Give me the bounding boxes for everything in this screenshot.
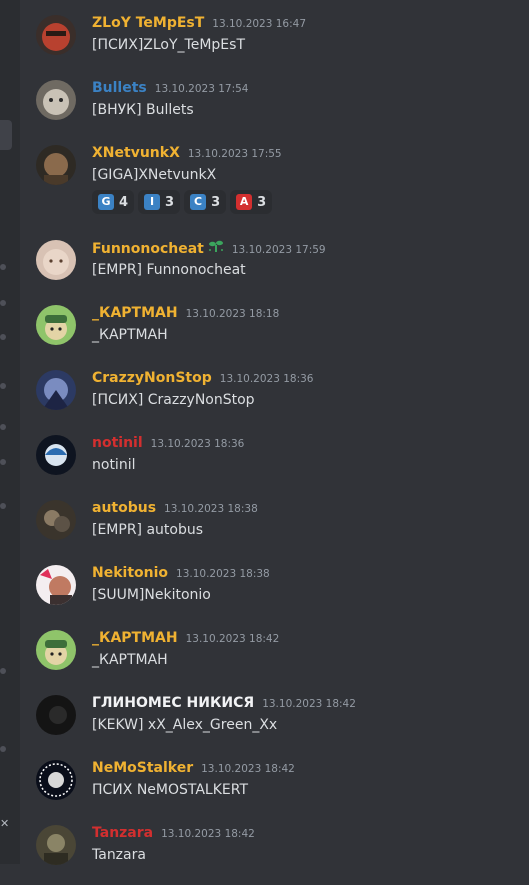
message: notinil 13.10.2023 18:36 notinil [20, 433, 529, 495]
message: ZLoY TeMpEsT 13.10.2023 16:47 [ПСИХ]ZLoY… [20, 13, 529, 75]
reaction[interactable]: C 3 [184, 190, 227, 214]
avatar[interactable] [36, 630, 76, 670]
avatar[interactable] [36, 240, 76, 280]
message-content: [ВНУК] Bullets [92, 102, 194, 118]
message: CrazzyNonStop 13.10.2023 18:36 [ПСИХ] Cr… [20, 368, 529, 430]
reaction-count: 3 [211, 194, 221, 210]
message-content: ПСИХ NeMOSTALKERT [92, 782, 249, 798]
timestamp: 13.10.2023 18:42 [161, 828, 255, 840]
reaction-emoji-icon: G [98, 194, 114, 210]
message-content: [KEKW] xX_Alex_Green_Xx [92, 717, 278, 733]
message-content: [EMPR] autobus [92, 522, 204, 538]
reaction-count: 3 [165, 194, 175, 210]
username[interactable]: Funnonocheat [92, 239, 204, 259]
server-sidebar: ✕ [0, 0, 20, 864]
message: Nekitonio 13.10.2023 18:38 [SUUM]Nekiton… [20, 563, 529, 625]
reaction[interactable]: A 3 [230, 190, 273, 214]
reaction-count: 4 [119, 194, 129, 210]
sidebar-marker [0, 668, 6, 674]
reaction[interactable]: G 4 [92, 190, 135, 214]
reaction-emoji-icon: C [190, 194, 207, 210]
username[interactable]: ZLoY TeMpEsT [92, 13, 204, 33]
message: NeMoStalker 13.10.2023 18:42 ПСИХ NeMOST… [20, 758, 529, 820]
close-icon[interactable]: ✕ [0, 818, 9, 829]
timestamp: 13.10.2023 18:42 [201, 763, 295, 775]
username[interactable]: notinil [92, 433, 143, 453]
timestamp: 13.10.2023 17:54 [154, 83, 249, 95]
sidebar-marker [0, 424, 6, 430]
sprout-icon [208, 238, 224, 257]
username[interactable]: ГЛИНОМЕС НИКИСЯ [92, 693, 254, 713]
username[interactable]: Tanzara [92, 823, 153, 843]
timestamp: 13.10.2023 17:59 [231, 244, 326, 256]
sidebar-selected-indicator[interactable] [0, 120, 12, 150]
message: _КАРТМАН 13.10.2023 18:18 _КАРТМАН [20, 303, 529, 365]
message: _КАРТМАН 13.10.2023 18:42 _КАРТМАН [20, 628, 529, 690]
sidebar-marker [0, 300, 6, 306]
sidebar-marker [0, 746, 6, 752]
username[interactable]: _КАРТМАН [92, 303, 178, 323]
avatar[interactable] [36, 370, 76, 410]
message-content: [ПСИХ] CrazzyNonStop [92, 392, 255, 408]
message-content: notinil [92, 457, 136, 473]
message: Tanzara 13.10.2023 18:42 Tanzara [20, 823, 529, 885]
message: ГЛИНОМЕС НИКИСЯ 13.10.2023 18:42 [KEKW] … [20, 693, 529, 755]
message: autobus 13.10.2023 18:38 [EMPR] autobus [20, 498, 529, 560]
timestamp: 13.10.2023 18:36 [219, 373, 314, 385]
message: Funnonocheat 13.10.2023 17:59 [EMPR] Fun… [20, 238, 529, 300]
timestamp: 13.10.2023 16:47 [212, 18, 307, 30]
avatar[interactable] [36, 565, 76, 605]
timestamp: 13.10.2023 18:38 [176, 568, 270, 580]
username[interactable]: XNetvunkX [92, 143, 180, 163]
username[interactable]: NeMoStalker [92, 758, 193, 778]
reaction[interactable]: I 3 [138, 190, 181, 214]
avatar[interactable] [36, 435, 76, 475]
username[interactable]: Nekitonio [92, 563, 168, 583]
sidebar-marker [0, 383, 6, 389]
sidebar-marker [0, 503, 6, 509]
avatar[interactable] [36, 80, 76, 120]
timestamp: 13.10.2023 18:42 [262, 698, 356, 710]
username[interactable]: autobus [92, 498, 156, 518]
reaction-count: 3 [257, 194, 267, 210]
message-content: [EMPR] Funnonocheat [92, 262, 246, 278]
avatar[interactable] [36, 500, 76, 540]
timestamp: 13.10.2023 18:36 [150, 438, 245, 450]
reaction-emoji-icon: I [144, 194, 161, 210]
reaction-emoji-icon: A [236, 194, 253, 210]
timestamp: 13.10.2023 18:18 [185, 308, 280, 320]
avatar[interactable] [36, 15, 76, 55]
message: Bullets 13.10.2023 17:54 [ВНУК] Bullets [20, 78, 529, 140]
message-content: _КАРТМАН [92, 327, 168, 343]
timestamp: 13.10.2023 18:42 [185, 633, 280, 645]
avatar[interactable] [36, 695, 76, 735]
message-content: [ПСИХ]ZLoY_TeMpEsT [92, 37, 245, 53]
message-content: [SUUM]Nekitonio [92, 587, 211, 603]
timestamp: 13.10.2023 18:38 [164, 503, 258, 515]
username[interactable]: Bullets [92, 78, 147, 98]
sidebar-marker [0, 264, 6, 270]
message-content: [GIGA]XNetvunkX [92, 167, 217, 183]
reaction-bar: G 4 I 3 C 3 A 3 [92, 190, 273, 214]
sidebar-marker [0, 334, 6, 340]
avatar[interactable] [36, 825, 76, 865]
username[interactable]: CrazzyNonStop [92, 368, 212, 388]
message-content: _КАРТМАН [92, 652, 168, 668]
message: XNetvunkX 13.10.2023 17:55 [GIGA]XNetvun… [20, 143, 529, 214]
avatar[interactable] [36, 760, 76, 800]
username[interactable]: _КАРТМАН [92, 628, 178, 648]
avatar[interactable] [36, 145, 76, 185]
timestamp: 13.10.2023 17:55 [187, 148, 282, 160]
message-content: Tanzara [92, 847, 146, 863]
avatar[interactable] [36, 305, 76, 345]
sidebar-marker [0, 459, 6, 465]
